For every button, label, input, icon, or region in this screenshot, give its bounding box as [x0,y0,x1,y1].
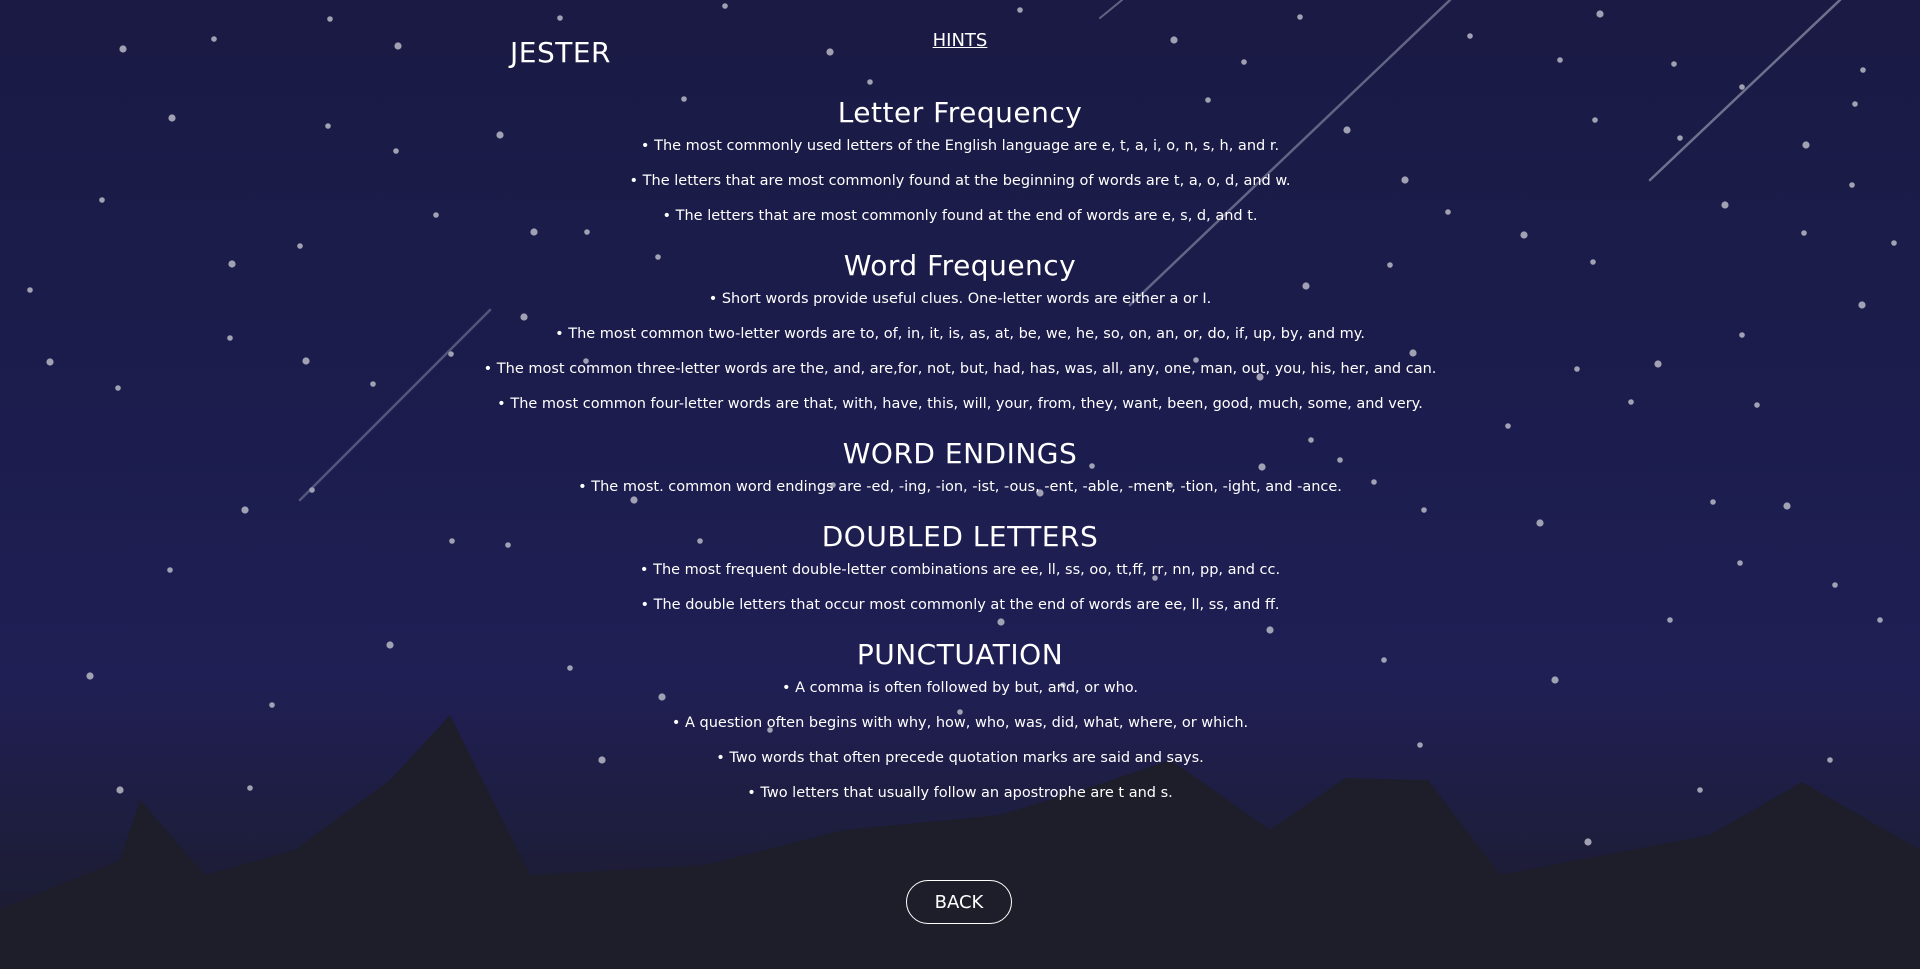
hint-item: • The most common three-letter words are… [483,361,1437,377]
star [1860,67,1866,73]
hint-item: • Two letters that usually follow an apo… [747,785,1173,801]
section-title: DOUBLED LETTERS [821,520,1099,553]
hint-item: • The most common two-letter words are t… [555,326,1365,342]
star [1557,57,1563,63]
star [722,3,728,9]
hint-section: PUNCTUATION • A comma is often followed b… [0,638,1920,803]
section-title: PUNCTUATION [856,638,1064,671]
hint-item: • Two words that often precede quotation… [716,750,1204,766]
hint-item: • The most. common word endings are -ed,… [578,479,1342,495]
hints-nav-link[interactable]: HINTS [0,30,1920,51]
hint-item: • A comma is often followed by but, and,… [781,680,1138,696]
hint-item: • Short words provide useful clues. One-… [708,291,1212,307]
hint-item: • The double letters that occur most com… [640,597,1280,613]
section-title: Letter Frequency [837,96,1083,129]
star [1739,84,1745,90]
hint-item: • The most frequent double-letter combin… [639,562,1281,578]
hints-content: Letter Frequency • The most commonly used… [0,96,1920,826]
star [1017,7,1023,13]
hint-item: • A question often begins with why, how,… [671,715,1249,731]
hint-item: • The most commonly used letters of the … [640,138,1280,154]
hint-item: • The most common four-letter words are … [497,396,1423,412]
hint-section: WORD ENDINGS • The most. common word endi… [0,437,1920,497]
hint-section: Letter Frequency • The most commonly used… [0,96,1920,226]
section-title: WORD ENDINGS [842,437,1078,470]
star [1297,14,1303,20]
star [1671,61,1677,67]
hint-item: • The letters that are most commonly fou… [662,208,1258,224]
star [867,79,873,85]
star [1584,838,1592,846]
hint-section: Word Frequency • Short words provide usef… [0,249,1920,414]
hint-item: • The letters that are most commonly fou… [629,173,1291,189]
star [1241,59,1247,65]
hint-section: DOUBLED LETTERS • The most frequent doubl… [0,520,1920,615]
star [557,15,563,21]
star [327,16,333,22]
back-button[interactable]: BACK [906,880,1012,924]
section-title: Word Frequency [843,249,1077,282]
star [1596,10,1604,18]
